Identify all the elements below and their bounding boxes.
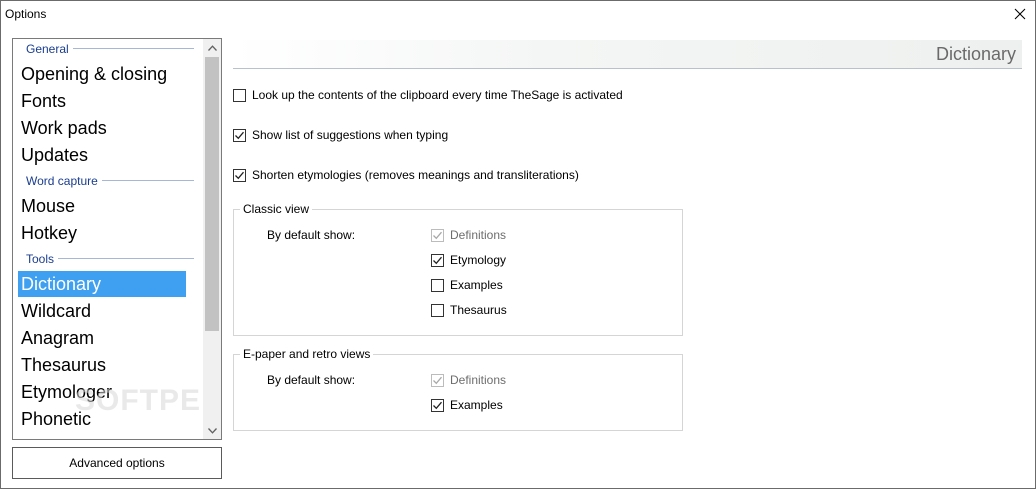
sidebar-scrollbar[interactable] bbox=[203, 39, 221, 439]
epaper-definitions-checkbox: Definitions bbox=[431, 373, 506, 387]
default-show-label: By default show: bbox=[267, 373, 356, 387]
group-title: E-paper and retro views bbox=[240, 347, 374, 361]
category-list-content: General Opening & closing Fonts Work pad… bbox=[13, 39, 221, 439]
chevron-up-icon bbox=[207, 44, 217, 51]
checkbox-label: Thesaurus bbox=[450, 303, 507, 317]
shorten-etymologies-checkbox[interactable]: Shorten etymologies (removes meanings an… bbox=[233, 168, 579, 182]
checkbox-box bbox=[431, 373, 444, 387]
scroll-down-button[interactable] bbox=[203, 422, 221, 439]
checkbox-box bbox=[431, 278, 444, 292]
advanced-options-button[interactable]: Advanced options bbox=[12, 447, 222, 479]
sidebar-item-opening-closing[interactable]: Opening & closing bbox=[18, 61, 186, 87]
checkbox-box bbox=[233, 168, 246, 182]
sidebar-item-dictionary[interactable]: Dictionary bbox=[18, 271, 186, 297]
checkmark-icon bbox=[433, 256, 442, 264]
group-header-word-capture: Word capture bbox=[26, 174, 102, 188]
sidebar-item-wildcard[interactable]: Wildcard bbox=[18, 298, 186, 324]
sidebar-item-thesaurus[interactable]: Thesaurus bbox=[18, 352, 186, 378]
close-button[interactable] bbox=[1009, 3, 1031, 25]
checkbox-box bbox=[431, 253, 444, 267]
title-bar: Options bbox=[1, 1, 1035, 27]
checkbox-label: Examples bbox=[450, 398, 503, 412]
checkbox-label: Definitions bbox=[450, 228, 507, 242]
checkmark-icon bbox=[235, 131, 244, 139]
checkbox-box bbox=[233, 88, 246, 102]
sidebar-item-anagram[interactable]: Anagram bbox=[18, 325, 186, 351]
group-header-tools: Tools bbox=[26, 252, 59, 266]
checkbox-label: Look up the contents of the clipboard ev… bbox=[252, 88, 623, 102]
chevron-down-icon bbox=[207, 427, 217, 434]
checkbox-box bbox=[431, 398, 444, 412]
checkmark-icon bbox=[433, 401, 442, 409]
options-window: Options General Opening & closing Fonts … bbox=[0, 0, 1036, 489]
checkbox-label: Show list of suggestions when typing bbox=[252, 128, 449, 142]
checkbox-box bbox=[431, 303, 444, 317]
sidebar-item-mouse[interactable]: Mouse bbox=[18, 193, 186, 219]
close-icon bbox=[1014, 8, 1026, 20]
options-category-list[interactable]: General Opening & closing Fonts Work pad… bbox=[12, 38, 222, 440]
sidebar-item-hotkey[interactable]: Hotkey bbox=[18, 220, 186, 246]
sidebar-item-work-pads[interactable]: Work pads bbox=[18, 115, 186, 141]
group-header-general: General bbox=[26, 42, 73, 56]
classic-definitions-checkbox: Definitions bbox=[431, 228, 506, 242]
clipboard-lookup-checkbox[interactable]: Look up the contents of the clipboard ev… bbox=[233, 88, 623, 102]
classic-etymology-checkbox[interactable]: Etymology bbox=[431, 253, 506, 267]
scroll-thumb[interactable] bbox=[205, 57, 219, 331]
scroll-up-button[interactable] bbox=[203, 39, 221, 56]
checkbox-label: Definitions bbox=[450, 373, 507, 387]
epaper-examples-checkbox[interactable]: Examples bbox=[431, 398, 503, 412]
sidebar-item-fonts[interactable]: Fonts bbox=[18, 88, 186, 114]
checkbox-label: Etymology bbox=[450, 253, 507, 267]
checkbox-label: Examples bbox=[450, 278, 503, 292]
page-header-divider bbox=[233, 68, 1022, 69]
page-header: Dictionary bbox=[233, 40, 1022, 68]
checkbox-box bbox=[431, 228, 444, 242]
sidebar-item-phonetic[interactable]: Phonetic bbox=[18, 406, 186, 432]
checkbox-label: Shorten etymologies (removes meanings an… bbox=[252, 168, 579, 182]
window-title: Options bbox=[5, 7, 47, 21]
group-title: Classic view bbox=[240, 202, 313, 216]
classic-thesaurus-checkbox[interactable]: Thesaurus bbox=[431, 303, 507, 317]
page-title: Dictionary bbox=[935, 44, 1016, 64]
default-show-label: By default show: bbox=[267, 228, 356, 242]
checkmark-icon bbox=[235, 171, 244, 179]
checkmark-icon bbox=[433, 376, 442, 384]
checkbox-box bbox=[233, 128, 246, 142]
sidebar-item-updates[interactable]: Updates bbox=[18, 142, 186, 168]
show-suggestions-checkbox[interactable]: Show list of suggestions when typing bbox=[233, 128, 448, 142]
classic-examples-checkbox[interactable]: Examples bbox=[431, 278, 503, 292]
checkmark-icon bbox=[433, 231, 442, 239]
sidebar-item-etymologer[interactable]: Etymologer bbox=[18, 379, 186, 405]
epaper-view-group: E-paper and retro views bbox=[233, 347, 683, 431]
